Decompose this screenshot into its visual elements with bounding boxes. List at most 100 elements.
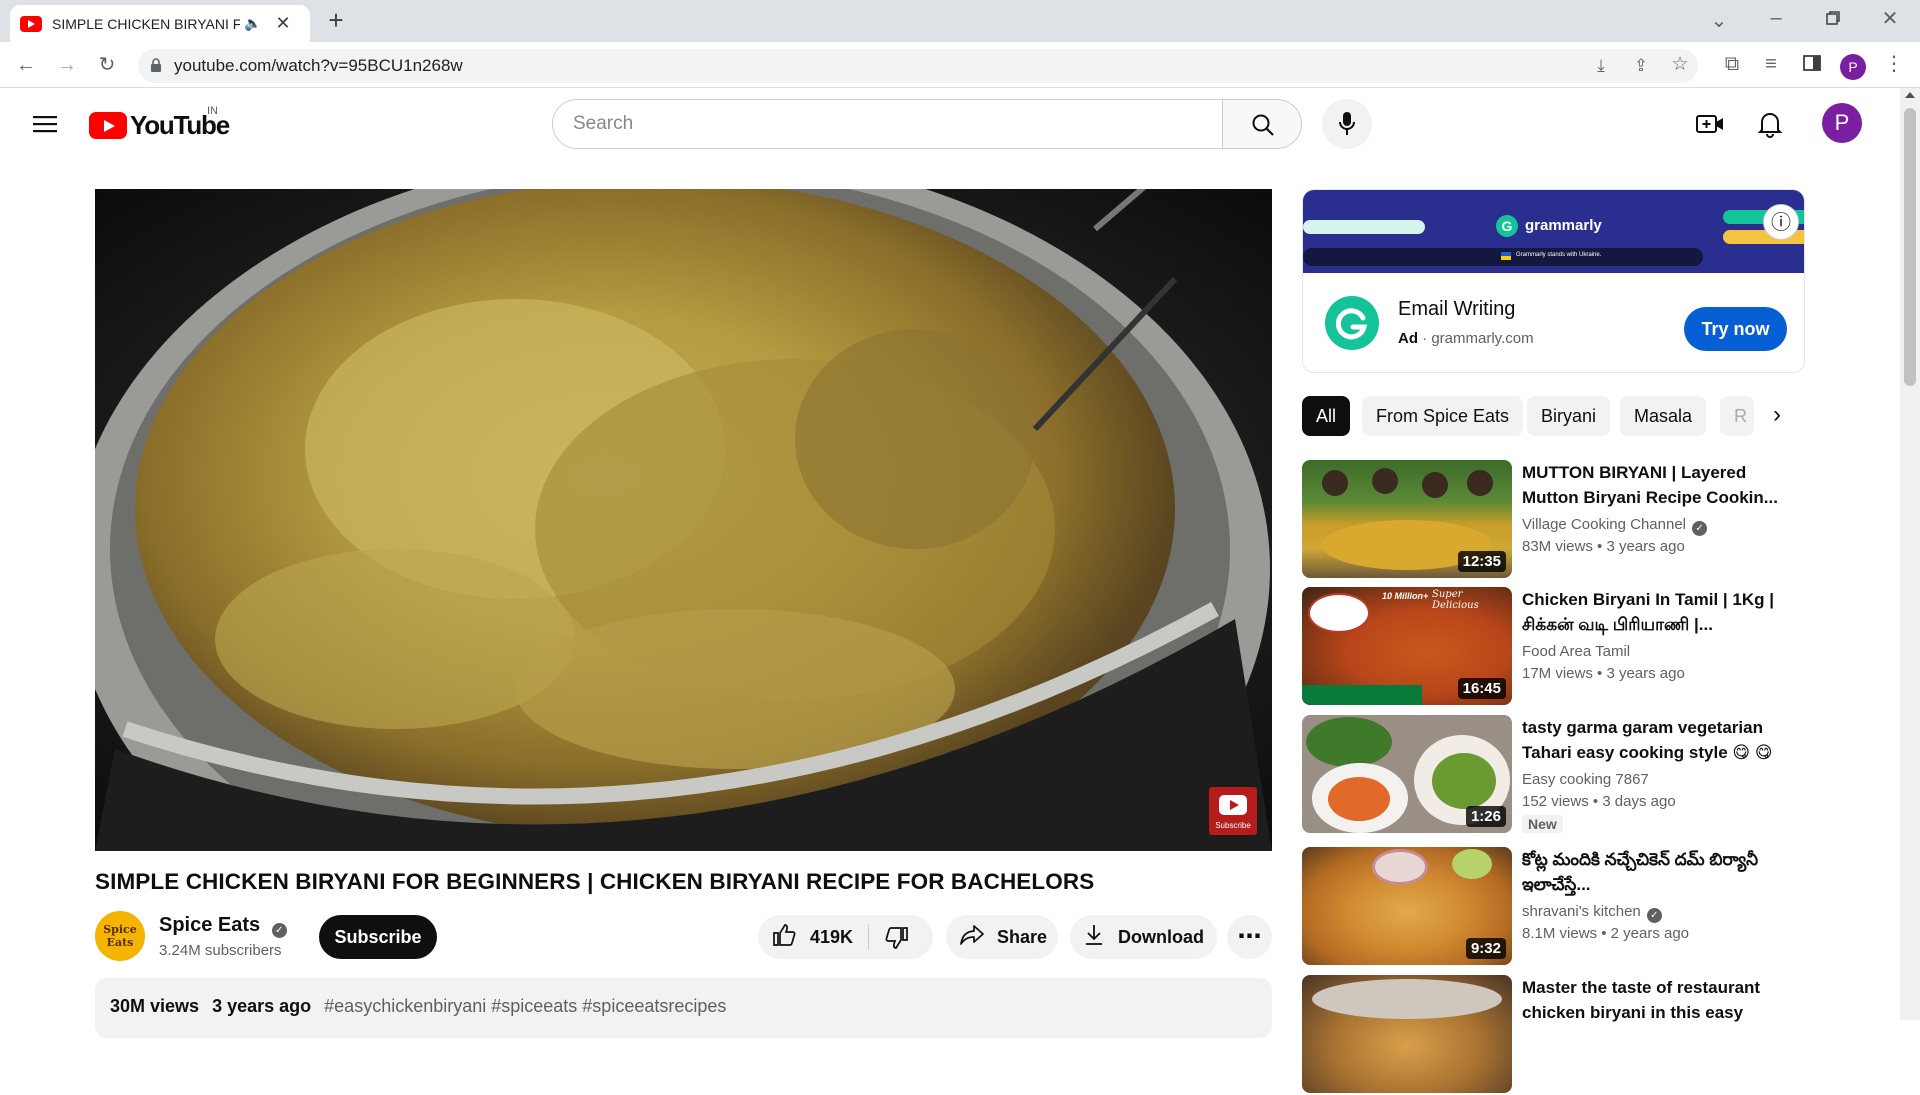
video-frame-biryani (95, 189, 1272, 851)
like-dislike-group: 419K (758, 915, 933, 959)
tab-audio-icon[interactable]: 🔈 (244, 15, 261, 32)
ad-meta: Ad · grammarly.com (1398, 330, 1534, 347)
channel-avatar[interactable]: Spice Eats (95, 911, 145, 961)
share-page-icon[interactable]: ⇪ (1631, 56, 1651, 76)
close-window-icon[interactable]: ✕ (1880, 9, 1900, 29)
search-placeholder: Search (573, 113, 634, 134)
thumbs-down-icon (885, 926, 909, 955)
install-app-icon[interactable]: ⤓ (1591, 56, 1611, 76)
recommendation-item[interactable]: Master the taste of restaurant chicken b… (1302, 975, 1842, 1095)
age-text: 3 years ago (1606, 665, 1685, 682)
notifications-bell-icon[interactable] (1757, 110, 1783, 143)
chip-masala[interactable]: Masala (1620, 396, 1707, 436)
microphone-icon (1338, 111, 1356, 142)
channel-name-text: Spice Eats (159, 914, 261, 936)
subscribe-button[interactable]: Subscribe (319, 915, 437, 959)
recommendation-item[interactable]: 12:35 MUTTON BIRYANI | Layered Mutton Bi… (1302, 460, 1842, 580)
like-button[interactable]: 419K (758, 915, 868, 959)
browser-profile-avatar[interactable]: P (1840, 54, 1866, 80)
new-tab-icon[interactable]: + (326, 7, 346, 33)
scrollbar-thumb[interactable] (1904, 108, 1916, 386)
chip-all[interactable]: All (1302, 396, 1351, 436)
voice-search-button[interactable] (1322, 99, 1372, 149)
media-queue-icon[interactable]: ≡ (1761, 54, 1781, 74)
chip-biryani[interactable]: Biryani (1527, 396, 1611, 436)
ad-banner-small-text: Grammarly stands with Ukraine. (1516, 252, 1602, 258)
new-badge: New (1522, 815, 1563, 833)
recommendation-item[interactable]: 10 Million+ Super Delicious 16:45 Chicke… (1302, 587, 1842, 707)
recommendation-title[interactable]: MUTTON BIRYANI | Layered Mutton Biryani … (1522, 460, 1782, 510)
youtube-logo[interactable]: YouTube IN (89, 105, 230, 140)
duration-badge: 9:32 (1465, 938, 1506, 959)
duration-badge: 12:35 (1457, 551, 1506, 572)
grammarly-logo-icon (1325, 296, 1379, 350)
minimize-icon[interactable]: – (1766, 8, 1786, 28)
side-panel-icon[interactable] (1802, 55, 1822, 75)
more-horizontal-icon: ⋯ (1237, 923, 1262, 950)
age-text: 3 years ago (1606, 538, 1685, 555)
recommendation-title[interactable]: Chicken Biryani In Tamil | 1Kg | சிக்கன்… (1522, 587, 1782, 637)
views-text: 17M views (1522, 665, 1593, 682)
browser-menu-icon[interactable]: ⋮ (1884, 54, 1904, 74)
recommendation-meta: 17M views • 3 years ago (1522, 665, 1685, 682)
recommendation-item[interactable]: 1:26 tasty garma garam vegetarian Tahari… (1302, 715, 1842, 845)
watermark-play-icon (1219, 795, 1247, 815)
video-thumbnail[interactable] (1302, 975, 1512, 1093)
recommendation-channel[interactable]: Food Area Tamil (1522, 643, 1630, 660)
recommendation-item[interactable]: 9:32 కోట్ల మందికి నచ్చేచికెన్ దమ్ బిర్యా… (1302, 847, 1842, 967)
browser-tab[interactable]: SIMPLE CHICKEN BIRYANI FOR BEGINNERS 🔈 ✕ (10, 5, 310, 42)
verified-badge-icon: ✓ (271, 923, 287, 938)
channel-name[interactable]: Spice Eats ✓ (159, 914, 287, 938)
search-input[interactable]: Search (552, 99, 1224, 149)
recommendation-title[interactable]: కోట్ల మందికి నచ్చేచికెన్ దమ్ బిర్యానీ ఇల… (1522, 847, 1782, 897)
youtube-logo-icon (89, 111, 127, 139)
tab-close-icon[interactable]: ✕ (275, 13, 290, 34)
recommendation-title[interactable]: tasty garma garam vegetarian Tahari easy… (1522, 715, 1782, 765)
extensions-icon[interactable]: ⧉ (1722, 54, 1742, 74)
search-button[interactable] (1222, 99, 1302, 149)
reload-icon[interactable]: ↻ (97, 55, 117, 75)
ad-info-icon[interactable]: ⓘ (1763, 204, 1799, 240)
chip-partial[interactable]: R (1720, 396, 1754, 436)
tab-title: SIMPLE CHICKEN BIRYANI FOR BEGINNERS (52, 15, 240, 32)
ad-card[interactable]: Grammarly stands with Ukraine. G grammar… (1302, 189, 1805, 373)
video-thumbnail[interactable]: 10 Million+ Super Delicious 16:45 (1302, 587, 1512, 705)
thumbs-up-icon (772, 923, 796, 952)
video-thumbnail[interactable]: 12:35 (1302, 460, 1512, 578)
recommendation-title[interactable]: Master the taste of restaurant chicken b… (1522, 975, 1782, 1025)
video-thumbnail[interactable]: 1:26 (1302, 715, 1512, 833)
views-text: 152 views (1522, 793, 1589, 810)
search-icon (1251, 113, 1275, 142)
recommendation-meta: 83M views • 3 years ago (1522, 538, 1685, 555)
ad-cta-button[interactable]: Try now (1684, 307, 1787, 351)
subscriber-count: 3.24M subscribers (159, 942, 282, 959)
scroll-up-arrow-icon[interactable] (1905, 92, 1915, 98)
recommendation-channel[interactable]: Village Cooking Channel ✓ (1522, 516, 1708, 536)
account-avatar[interactable]: P (1822, 103, 1862, 143)
address-bar[interactable]: youtube.com/watch?v=95BCU1n268w ⤓ ⇪ ☆ (138, 49, 1698, 83)
channel-watermark[interactable]: Subscribe (1209, 787, 1257, 835)
create-video-icon[interactable] (1696, 112, 1724, 141)
video-thumbnail[interactable]: 9:32 (1302, 847, 1512, 965)
recommendation-channel[interactable]: shravani's kitchen ✓ (1522, 903, 1662, 923)
hamburger-menu-icon[interactable] (33, 114, 57, 134)
share-arrow-icon (959, 924, 985, 951)
description-box[interactable]: 30M views 3 years ago #easychickenbiryan… (95, 978, 1272, 1038)
hashtags[interactable]: #easychickenbiryani #spiceeats #spiceeat… (324, 996, 726, 1016)
tab-search-chevron-icon[interactable]: ⌄ (1709, 11, 1729, 31)
chips-next-chevron-icon[interactable]: › (1752, 396, 1802, 436)
lock-icon (150, 58, 162, 72)
share-button[interactable]: Share (946, 915, 1058, 959)
recommendation-channel[interactable]: Easy cooking 7867 (1522, 771, 1649, 788)
bookmark-star-icon[interactable]: ☆ (1670, 55, 1690, 75)
back-icon[interactable]: ← (16, 55, 36, 75)
dislike-button[interactable] (869, 915, 933, 959)
video-player[interactable]: Subscribe (95, 189, 1272, 851)
chip-from-spice-eats[interactable]: From Spice Eats (1362, 396, 1524, 436)
share-label: Share (997, 926, 1048, 947)
ad-banner-brand: grammarly (1525, 217, 1602, 234)
forward-icon[interactable]: → (57, 55, 77, 75)
download-button[interactable]: Download (1070, 915, 1217, 959)
more-actions-button[interactable]: ⋯ (1227, 915, 1272, 959)
restore-icon[interactable] (1823, 10, 1843, 30)
